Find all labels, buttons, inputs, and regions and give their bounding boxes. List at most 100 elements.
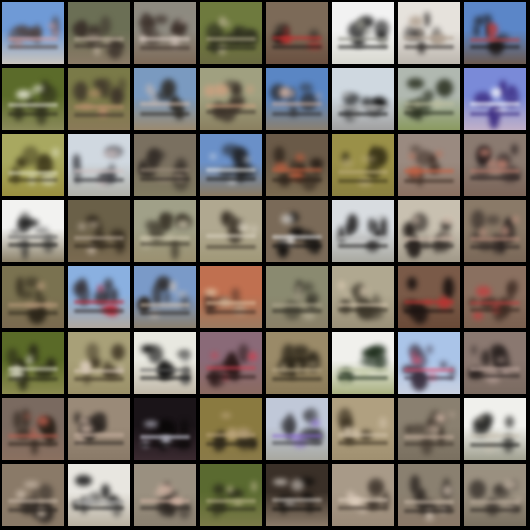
- highlight-blob: [25, 355, 34, 365]
- highlight-blob: [281, 214, 294, 224]
- stripe-artifact: [74, 235, 124, 240]
- highlight-blob: [177, 219, 189, 229]
- stripe-artifact: [74, 433, 124, 438]
- blur-blob: [164, 289, 171, 305]
- stripe-artifact: [470, 236, 520, 241]
- stripe-artifact: [404, 178, 454, 183]
- blur-blob: [113, 346, 123, 359]
- generated-image-tile: [134, 332, 196, 394]
- stripe-artifact: [338, 244, 388, 249]
- generated-image-tile: [464, 200, 526, 262]
- stripe-artifact: [140, 242, 190, 247]
- generated-image-tile: [464, 134, 526, 196]
- highlight-blob: [178, 18, 187, 24]
- stripe-artifact: [8, 235, 58, 240]
- stripe-artifact: [140, 102, 190, 107]
- stripe-artifact: [470, 176, 520, 181]
- blur-blob: [436, 79, 454, 98]
- generated-image-tile: [464, 464, 526, 526]
- highlight-blob: [24, 481, 39, 488]
- stripe-artifact: [404, 243, 454, 248]
- generated-image-tile: [134, 200, 196, 262]
- stripe-artifact: [8, 442, 58, 447]
- stripe-artifact: [338, 44, 388, 49]
- highlight-blob: [355, 18, 366, 30]
- highlight-blob: [448, 412, 456, 417]
- stripe-artifact: [140, 176, 190, 181]
- stripe-artifact: [404, 36, 454, 41]
- highlight-blob: [478, 148, 492, 157]
- highlight-blob: [496, 159, 509, 169]
- stripe-artifact: [74, 37, 124, 42]
- highlight-blob: [146, 84, 153, 94]
- highlight-blob: [376, 214, 383, 220]
- blur-blob: [305, 291, 319, 304]
- highlight-blob: [221, 413, 232, 418]
- generated-image-tile: [2, 134, 64, 196]
- stripe-artifact: [74, 104, 124, 109]
- stripe-artifact: [206, 309, 256, 314]
- stripe-artifact: [470, 111, 520, 116]
- stripe-artifact: [272, 308, 322, 313]
- generated-image-tile: [332, 398, 394, 460]
- stripe-artifact: [404, 110, 454, 115]
- highlight-blob: [408, 16, 424, 28]
- generated-image-tile: [2, 68, 64, 130]
- generated-image-tile: [200, 266, 262, 328]
- highlight-blob: [342, 91, 351, 97]
- generated-image-tile: [68, 134, 130, 196]
- highlight-blob: [379, 417, 388, 430]
- stripe-artifact: [206, 300, 256, 305]
- stripe-artifact: [8, 243, 58, 248]
- stripe-artifact: [206, 168, 256, 173]
- generated-image-tile: [2, 200, 64, 262]
- stripe-artifact: [74, 368, 124, 373]
- highlight-blob: [144, 421, 158, 428]
- generated-image-tile: [266, 398, 328, 460]
- highlight-blob: [476, 286, 491, 297]
- generated-image-tile: [464, 398, 526, 460]
- stripe-artifact: [338, 37, 388, 42]
- stripe-artifact: [272, 376, 322, 381]
- generated-image-tile: [68, 464, 130, 526]
- highlight-blob: [487, 159, 496, 169]
- stripe-artifact: [272, 498, 322, 503]
- stripe-artifact: [74, 309, 124, 314]
- generated-image-tile: [200, 134, 262, 196]
- blur-blob: [72, 81, 87, 100]
- highlight-blob: [310, 420, 320, 427]
- generated-image-tile: [134, 464, 196, 526]
- highlight-blob: [226, 486, 233, 494]
- stripe-artifact: [338, 178, 388, 183]
- stripe-artifact: [140, 111, 190, 116]
- stripe-artifact: [338, 376, 388, 381]
- highlight-blob: [337, 281, 345, 290]
- highlight-blob: [434, 413, 446, 423]
- blur-blob: [424, 12, 430, 27]
- stripe-artifact: [8, 376, 58, 381]
- blur-blob: [337, 226, 346, 243]
- highlight-blob: [290, 479, 305, 492]
- stripe-artifact: [206, 498, 256, 503]
- highlight-blob: [15, 490, 27, 499]
- stripe-artifact: [404, 508, 454, 513]
- generated-image-tile: [398, 68, 460, 130]
- highlight-blob: [409, 153, 415, 160]
- stripe-artifact: [338, 104, 388, 109]
- blur-blob: [231, 288, 240, 302]
- stripe-artifact: [272, 507, 322, 512]
- stripe-artifact: [206, 366, 256, 371]
- generated-image-tile: [398, 200, 460, 262]
- blur-blob: [299, 82, 314, 93]
- highlight-blob: [442, 485, 453, 496]
- stripe-artifact: [470, 508, 520, 513]
- blur-blob: [72, 21, 87, 38]
- blur-blob: [154, 15, 168, 25]
- stripe-artifact: [470, 244, 520, 249]
- highlight-blob: [340, 157, 353, 169]
- stripe-artifact: [140, 434, 190, 439]
- stripe-artifact: [272, 235, 322, 240]
- stripe-artifact: [470, 367, 520, 372]
- stripe-artifact: [206, 110, 256, 115]
- blur-blob: [238, 343, 249, 363]
